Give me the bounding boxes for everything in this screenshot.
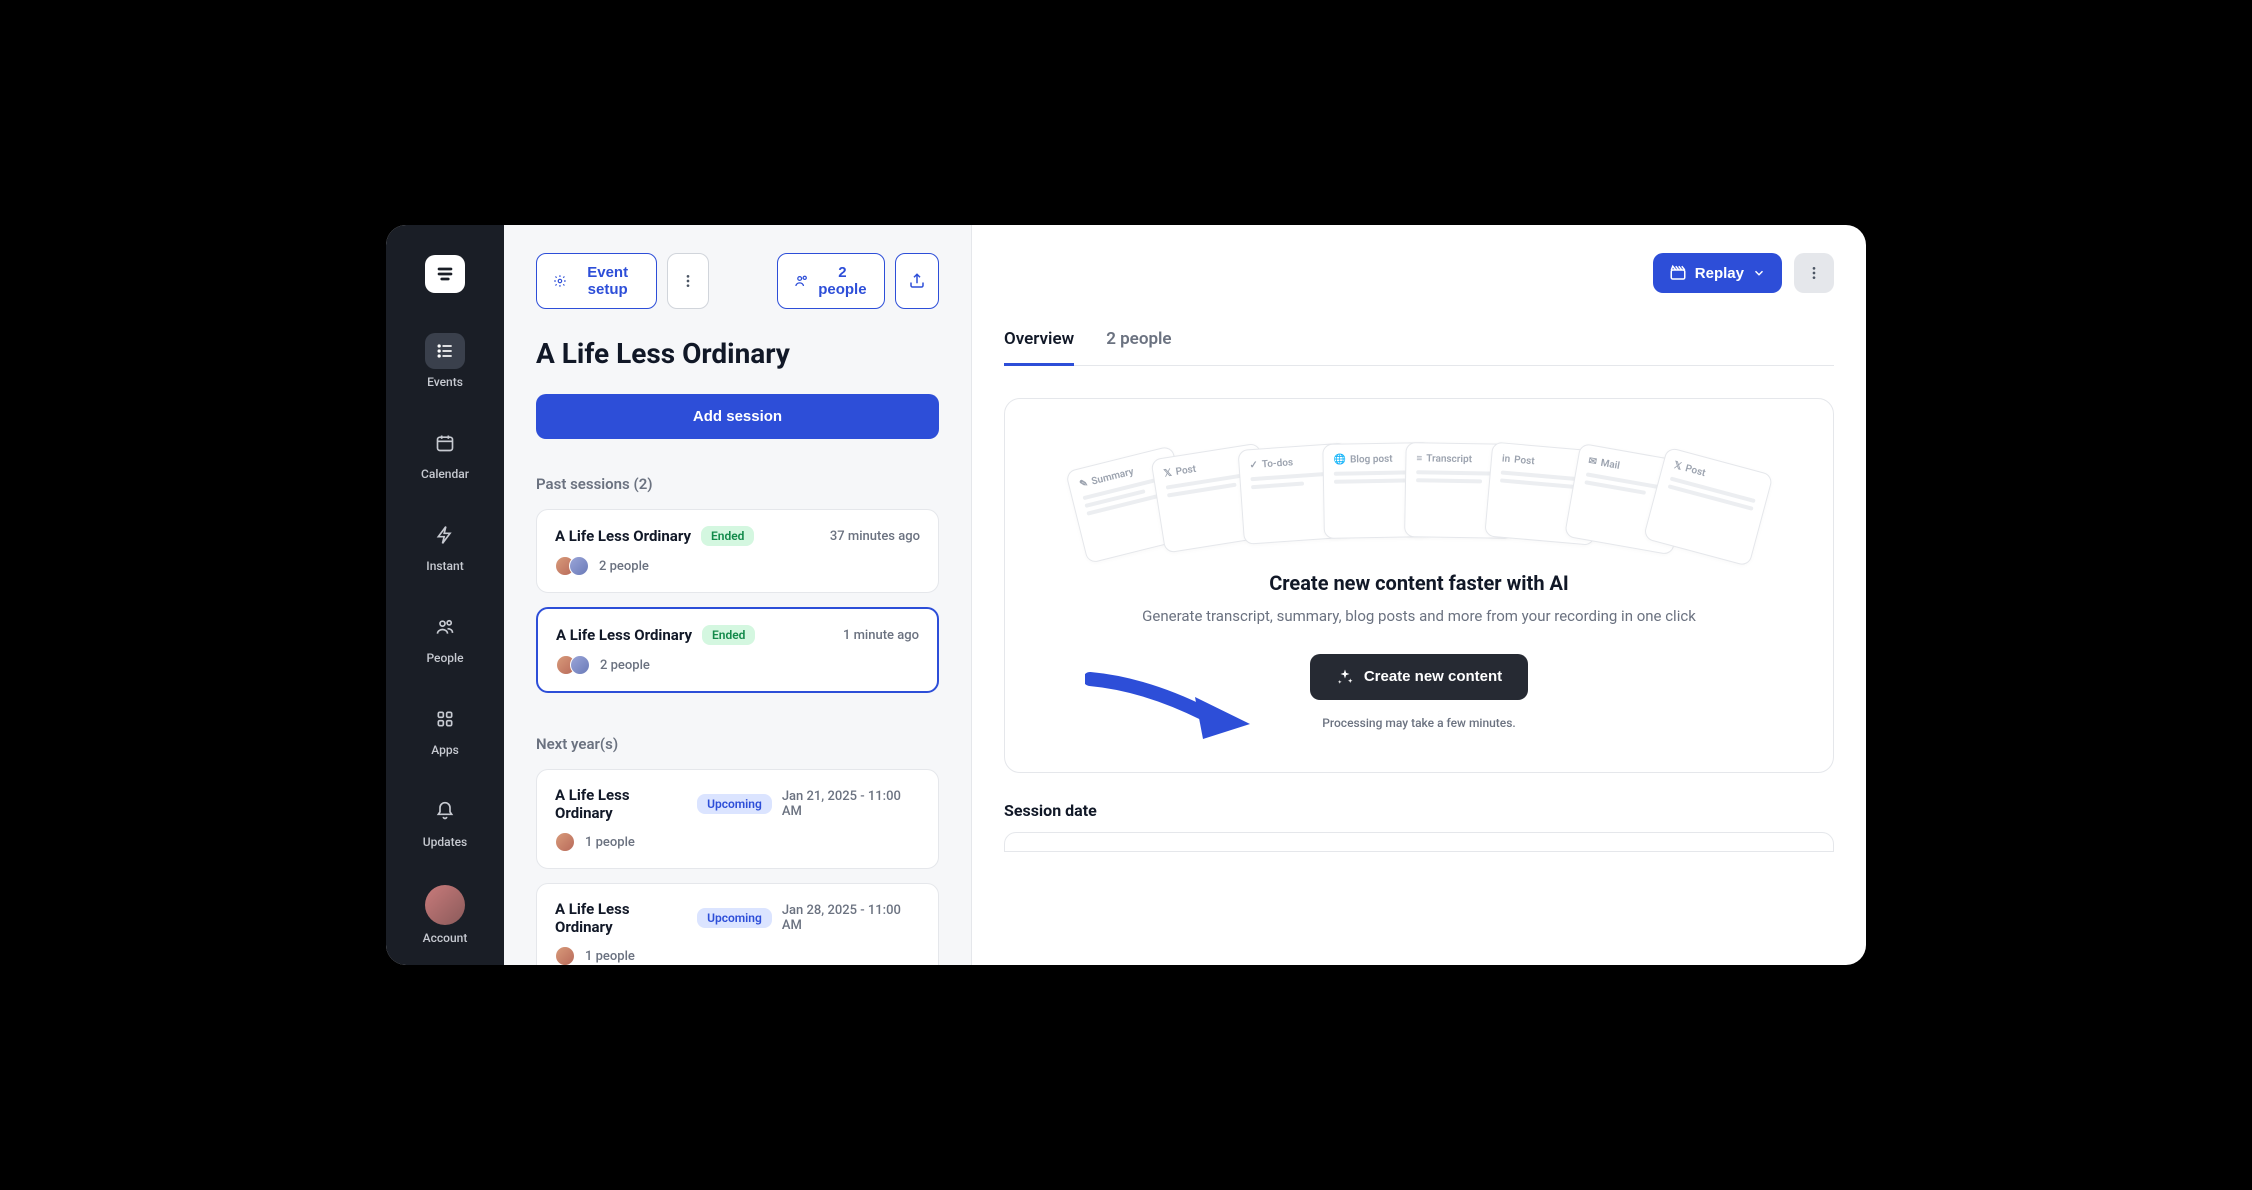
people-count: 2 people (599, 559, 649, 574)
nav-updates[interactable]: Updates (423, 793, 467, 849)
button-label: Event setup (575, 264, 641, 298)
tab-people[interactable]: 2 people (1106, 329, 1171, 366)
toolbar: Event setup 2 people (536, 253, 939, 309)
people-icon (794, 272, 809, 290)
session-title: A Life Less Ordinary (555, 786, 687, 822)
nav-label: People (426, 651, 463, 665)
nav-label: Calendar (421, 467, 469, 481)
sparkle-icon (1336, 668, 1354, 686)
nav-label: Updates (423, 835, 467, 849)
people-count: 2 people (600, 658, 650, 673)
tabs: Overview 2 people (1004, 329, 1834, 366)
chevron-down-icon (1752, 266, 1766, 280)
main-panel: Replay Overview 2 people ✎ Summary 𝕏 Pos… (972, 225, 1866, 965)
session-card[interactable]: A Life Less Ordinary Ended 1 minute ago … (536, 607, 939, 693)
ai-subheading: Generate transcript, summary, blog posts… (1037, 605, 1801, 628)
session-date-input[interactable] (1004, 832, 1834, 852)
session-title: A Life Less Ordinary (555, 527, 691, 545)
session-time: 37 minutes ago (830, 529, 920, 544)
dots-vertical-icon (1806, 265, 1822, 281)
nav-label: Events (427, 375, 463, 389)
button-label: Create new content (1364, 668, 1502, 685)
session-card[interactable]: A Life Less Ordinary Upcoming Jan 28, 20… (536, 883, 939, 965)
session-date-label: Session date (1004, 801, 1834, 820)
session-time: Jan 21, 2025 - 11:00 AM (782, 789, 920, 819)
session-card[interactable]: A Life Less Ordinary Upcoming Jan 21, 20… (536, 769, 939, 869)
gear-icon (553, 272, 567, 290)
logo-icon (434, 263, 456, 285)
past-sessions-label: Past sessions (2) (536, 475, 939, 493)
status-badge: Ended (702, 625, 755, 645)
bolt-icon (435, 525, 455, 545)
people-count: 1 people (585, 835, 635, 850)
bell-icon (435, 801, 455, 821)
nav-instant[interactable]: Instant (425, 517, 465, 573)
nav-events[interactable]: Events (425, 333, 465, 389)
arrow-annotation (1085, 669, 1255, 749)
people-count: 1 people (585, 949, 635, 964)
nav-apps[interactable]: Apps (425, 701, 465, 757)
ai-content-box: ✎ Summary 𝕏 Post ✓ To-dos 🌐 Blog post ≡ … (1004, 398, 1834, 773)
status-badge: Upcoming (697, 794, 772, 814)
apps-icon (435, 709, 455, 729)
session-title: A Life Less Ordinary (555, 900, 687, 936)
avatar-stack (555, 832, 575, 852)
session-time: Jan 28, 2025 - 11:00 AM (782, 903, 920, 933)
more-button[interactable] (667, 253, 709, 309)
upload-icon (908, 272, 926, 290)
button-label: Replay (1695, 265, 1744, 282)
share-button[interactable] (895, 253, 939, 309)
button-label: 2 people (817, 264, 868, 298)
nav-people[interactable]: People (425, 609, 465, 665)
session-time: 1 minute ago (843, 628, 919, 643)
clapperboard-icon (1669, 264, 1687, 282)
next-years-label: Next year(s) (536, 735, 939, 753)
people-icon (435, 617, 455, 637)
nav-label: Instant (426, 559, 463, 573)
event-setup-button[interactable]: Event setup (536, 253, 657, 309)
tab-overview[interactable]: Overview (1004, 329, 1074, 366)
avatar-stack (556, 655, 590, 675)
session-title: A Life Less Ordinary (556, 626, 692, 644)
avatar-stack (555, 946, 575, 965)
nav-account[interactable]: Account (423, 885, 468, 945)
ai-heading: Create new content faster with AI (1037, 571, 1801, 595)
nav-calendar[interactable]: Calendar (421, 425, 469, 481)
page-title: A Life Less Ordinary (536, 337, 939, 370)
calendar-icon (435, 433, 455, 453)
session-card[interactable]: A Life Less Ordinary Ended 37 minutes ag… (536, 509, 939, 593)
dots-vertical-icon (680, 273, 696, 289)
illustration: ✎ Summary 𝕏 Post ✓ To-dos 🌐 Blog post ≡ … (1037, 431, 1801, 541)
list-icon (435, 341, 455, 361)
nav-rail: Events Calendar Instant People Apps Upda… (386, 225, 504, 965)
nav-label: Account (423, 931, 468, 945)
app-window: Events Calendar Instant People Apps Upda… (386, 225, 1866, 965)
left-panel: Event setup 2 people A Life Less Ordinar… (504, 225, 972, 965)
nav-label: Apps (431, 743, 459, 757)
people-button[interactable]: 2 people (777, 253, 885, 309)
status-badge: Upcoming (697, 908, 772, 928)
avatar-stack (555, 556, 589, 576)
logo (425, 255, 465, 293)
status-badge: Ended (701, 526, 754, 546)
add-session-button[interactable]: Add session (536, 394, 939, 439)
more-button[interactable] (1794, 253, 1834, 293)
replay-button[interactable]: Replay (1653, 253, 1782, 293)
create-content-button[interactable]: Create new content (1310, 654, 1528, 700)
main-header: Replay (1004, 253, 1834, 293)
avatar (425, 885, 465, 925)
